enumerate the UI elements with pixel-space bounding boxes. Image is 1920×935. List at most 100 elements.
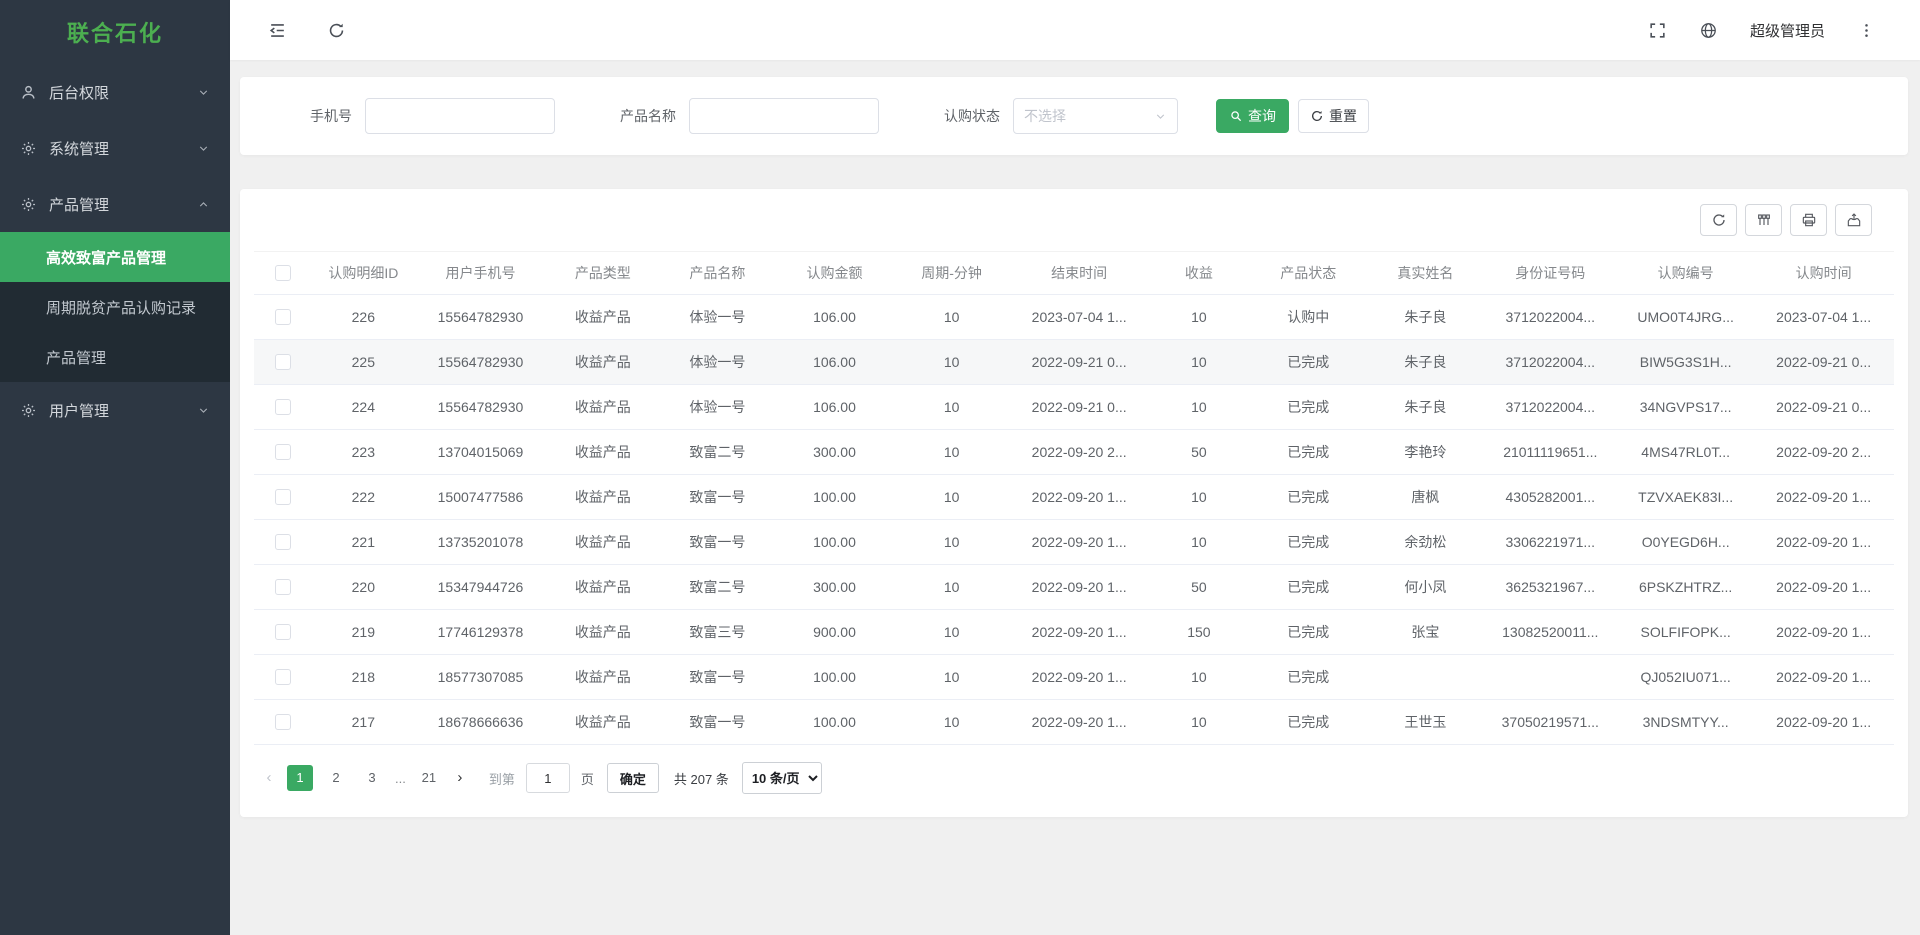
goto-confirm-button[interactable]: 确定: [607, 763, 659, 793]
search-button[interactable]: 查询: [1216, 99, 1289, 133]
refresh-icon[interactable]: [327, 21, 346, 40]
globe-icon[interactable]: [1699, 21, 1718, 40]
sidebar-subitem-2-0[interactable]: 高效致富产品管理: [0, 232, 230, 282]
table-cell: 100.00: [775, 475, 895, 520]
sidebar-subitem-2-2[interactable]: 产品管理: [0, 332, 230, 382]
prev-page-button[interactable]: ‹: [256, 765, 282, 791]
page-number-1[interactable]: 1: [287, 765, 313, 791]
table-cell: 朱子良: [1368, 295, 1483, 340]
page-number-21[interactable]: 21: [416, 765, 442, 791]
search-icon: [1229, 109, 1243, 123]
table-toolbar: [240, 189, 1908, 251]
table-cell: 50: [1149, 430, 1248, 475]
print-button[interactable]: [1790, 204, 1827, 236]
table-cell: SOLFIFOPK...: [1618, 610, 1753, 655]
topbar-right: 超级管理员: [1648, 20, 1876, 41]
table-cell: 张宝: [1368, 610, 1483, 655]
chevron-up-icon: [197, 198, 210, 211]
select-all-checkbox[interactable]: [275, 265, 291, 281]
content: 手机号 产品名称 认购状态 不选择 查询: [230, 60, 1920, 935]
table-cell: 致富一号: [660, 475, 775, 520]
product-name-input[interactable]: [689, 98, 879, 134]
table-row: 22615564782930收益产品体验一号106.00102023-07-04…: [254, 295, 1894, 340]
goto-page-input[interactable]: [526, 763, 570, 793]
table-cell: 15564782930: [415, 340, 545, 385]
page-size-select[interactable]: 10 条/页: [742, 762, 822, 794]
fullscreen-icon[interactable]: [1648, 21, 1667, 40]
column-header: 周期-分钟: [894, 252, 1009, 295]
table-row: 21917746129378收益产品致富三号900.00102022-09-20…: [254, 610, 1894, 655]
kebab-menu-icon[interactable]: [1857, 21, 1876, 40]
columns-button[interactable]: [1745, 204, 1782, 236]
table-cell: 37050219571...: [1483, 700, 1618, 745]
table-cell: 收益产品: [546, 295, 661, 340]
phone-input[interactable]: [365, 98, 555, 134]
reset-button[interactable]: 重置: [1298, 99, 1369, 133]
table-cell: 218: [311, 655, 415, 700]
row-checkbox[interactable]: [275, 309, 291, 325]
table-cell: 10: [1149, 385, 1248, 430]
column-header: 身份证号码: [1483, 252, 1618, 295]
table-cell: 10: [894, 565, 1009, 610]
table-cell: 100.00: [775, 655, 895, 700]
row-checkbox[interactable]: [275, 714, 291, 730]
page-number-3[interactable]: 3: [359, 765, 385, 791]
table-cell: 106.00: [775, 340, 895, 385]
table-body: 22615564782930收益产品体验一号106.00102023-07-04…: [254, 295, 1894, 745]
row-checkbox[interactable]: [275, 669, 291, 685]
refresh-button[interactable]: [1700, 204, 1737, 236]
table-cell: 226: [311, 295, 415, 340]
sidebar-subitem-2-1[interactable]: 周期脱贫产品认购记录: [0, 282, 230, 332]
row-checkbox[interactable]: [275, 399, 291, 415]
table-cell: 3NDSMTYY...: [1618, 700, 1753, 745]
row-checkbox[interactable]: [275, 354, 291, 370]
table-cell: 10: [894, 475, 1009, 520]
table-cell: 朱子良: [1368, 340, 1483, 385]
table-row: 22415564782930收益产品体验一号106.00102022-09-21…: [254, 385, 1894, 430]
sidebar-item-0[interactable]: 后台权限: [0, 64, 230, 120]
sidebar-item-2[interactable]: 产品管理: [0, 176, 230, 232]
table-cell: 10: [894, 520, 1009, 565]
table-cell: 100.00: [775, 520, 895, 565]
table-cell: 2022-09-20 1...: [1753, 565, 1894, 610]
page-ellipsis[interactable]: ...: [395, 771, 406, 786]
row-checkbox[interactable]: [275, 444, 291, 460]
table-cell: 106.00: [775, 295, 895, 340]
table-cell: 10: [894, 430, 1009, 475]
table-cell: 223: [311, 430, 415, 475]
table-cell: 10: [894, 340, 1009, 385]
table-cell: 已完成: [1248, 520, 1368, 565]
column-header: 结束时间: [1009, 252, 1150, 295]
table-cell: 3712022004...: [1483, 385, 1618, 430]
table-cell: 13704015069: [415, 430, 545, 475]
current-user[interactable]: 超级管理员: [1750, 20, 1825, 41]
table-cell: 10: [1149, 520, 1248, 565]
row-checkbox[interactable]: [275, 579, 291, 595]
table-cell: 222: [311, 475, 415, 520]
table-cell: 收益产品: [546, 565, 661, 610]
row-checkbox[interactable]: [275, 624, 291, 640]
table-cell: 收益产品: [546, 430, 661, 475]
table-cell: 收益产品: [546, 655, 661, 700]
table-cell: 10: [1149, 295, 1248, 340]
export-button[interactable]: [1835, 204, 1872, 236]
row-checkbox[interactable]: [275, 489, 291, 505]
app-logo: 联合石化: [0, 0, 230, 64]
table-cell: 致富一号: [660, 700, 775, 745]
sidebar-item-label: 系统管理: [49, 138, 197, 159]
user-icon: [20, 84, 37, 101]
row-checkbox[interactable]: [275, 534, 291, 550]
next-page-button[interactable]: ›: [447, 765, 473, 791]
subscription-table: 认购明细ID用户手机号产品类型产品名称认购金额周期-分钟结束时间收益产品状态真实…: [254, 251, 1894, 745]
collapse-sidebar-icon[interactable]: [268, 21, 287, 40]
status-label: 认购状态: [944, 106, 1000, 126]
filter-card: 手机号 产品名称 认购状态 不选择 查询: [240, 77, 1908, 155]
sidebar-item-1[interactable]: 系统管理: [0, 120, 230, 176]
gear-icon: [20, 196, 37, 213]
status-select[interactable]: 不选择: [1013, 98, 1178, 134]
table-cell: 已完成: [1248, 610, 1368, 655]
table-cell: [1483, 655, 1618, 700]
table-cell: 2022-09-20 1...: [1009, 655, 1150, 700]
page-number-2[interactable]: 2: [323, 765, 349, 791]
sidebar-item-3[interactable]: 用户管理: [0, 382, 230, 438]
